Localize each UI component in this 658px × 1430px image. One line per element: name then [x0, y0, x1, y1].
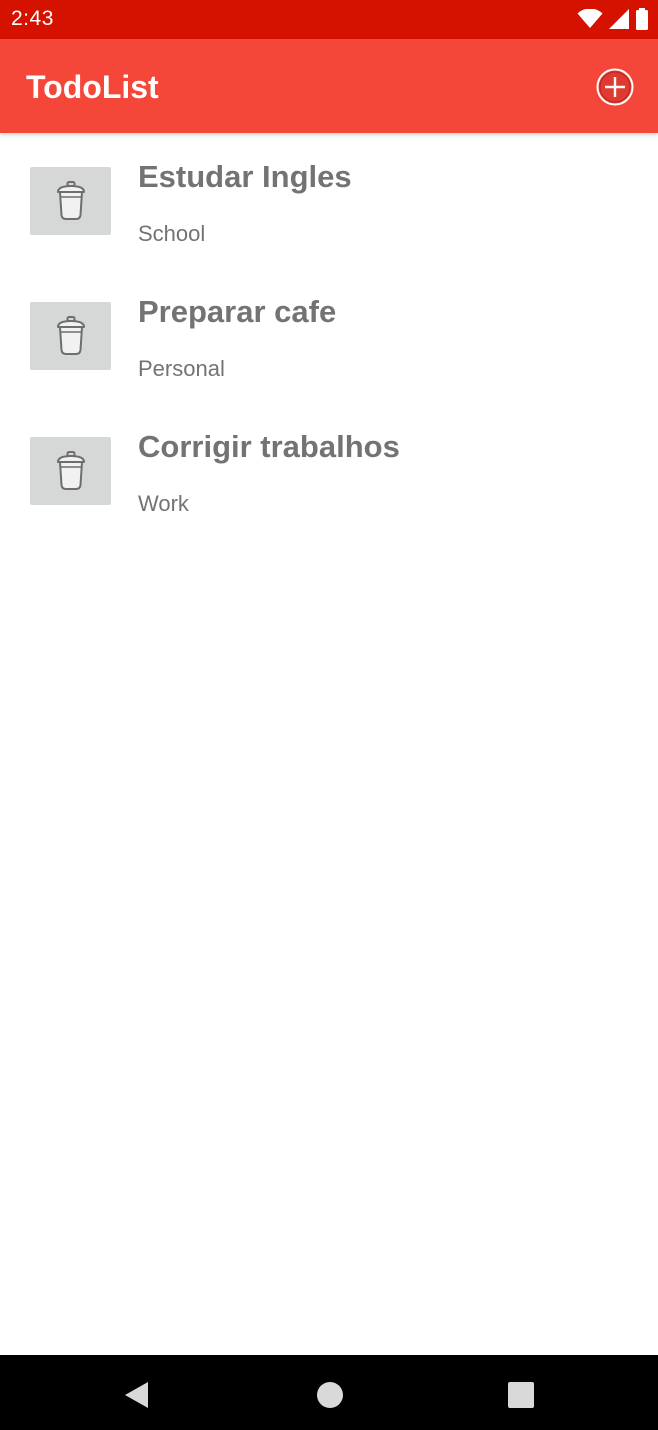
- battery-icon: [636, 8, 648, 30]
- todo-title: Estudar Ingles: [138, 159, 352, 194]
- add-circle-icon: [596, 68, 634, 106]
- recents-icon: [508, 1382, 534, 1408]
- trash-icon: [56, 316, 85, 355]
- todo-list: Estudar Ingles School Preparar cafe Pers…: [0, 133, 658, 538]
- todo-category: Personal: [138, 356, 225, 381]
- wifi-icon: [577, 9, 603, 28]
- recents-button[interactable]: [508, 1382, 534, 1413]
- status-bar: 2:43: [0, 0, 658, 39]
- todo-title: Preparar cafe: [138, 294, 337, 329]
- delete-button[interactable]: [30, 302, 111, 370]
- cell-signal-icon: [609, 9, 629, 29]
- status-time: 2:43: [11, 7, 54, 30]
- home-button[interactable]: [316, 1381, 344, 1414]
- back-button[interactable]: [123, 1381, 151, 1414]
- delete-button[interactable]: [30, 167, 111, 235]
- app-bar: TodoList: [0, 39, 658, 133]
- home-icon: [317, 1382, 343, 1408]
- todo-title: Corrigir trabalhos: [138, 429, 400, 464]
- todo-category: Work: [138, 491, 189, 516]
- todo-item[interactable]: Estudar Ingles School: [0, 133, 658, 268]
- todo-item[interactable]: Preparar cafe Personal: [0, 268, 658, 403]
- trash-icon: [56, 451, 85, 490]
- delete-button[interactable]: [30, 437, 111, 505]
- system-nav-bar: [0, 1355, 658, 1430]
- trash-icon: [56, 181, 85, 220]
- todo-category: School: [138, 221, 206, 246]
- todo-item[interactable]: Corrigir trabalhos Work: [0, 403, 658, 538]
- status-icons: [577, 8, 649, 30]
- back-icon: [125, 1382, 148, 1408]
- add-todo-button[interactable]: [594, 66, 636, 108]
- app-title: TodoList: [26, 69, 159, 105]
